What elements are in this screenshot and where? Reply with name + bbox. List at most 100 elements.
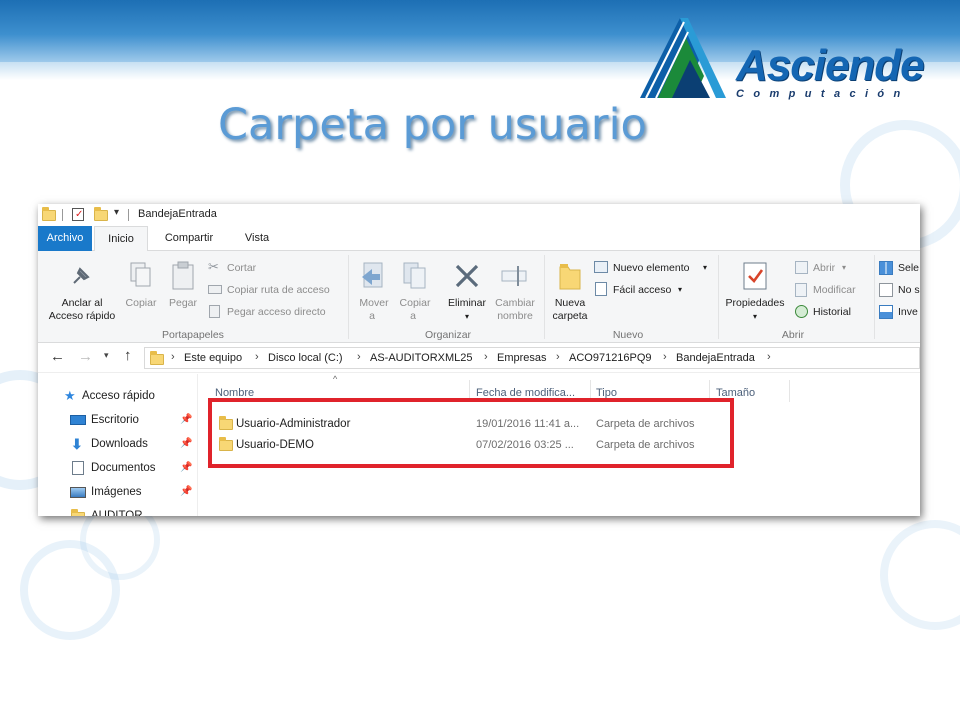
chevron-down-icon: ▾ [703,263,708,272]
copiar-ruta-button[interactable]: Copiar ruta de acceso [208,281,348,299]
up-arrow-icon[interactable]: ↑ [124,347,132,364]
pegar-acceso-button[interactable]: Pegar acceso directo [208,303,348,321]
documents-icon [72,461,84,475]
download-icon: ⬇ [71,436,83,452]
tab-archivo[interactable]: Archivo [38,226,92,251]
divider [128,209,129,221]
pictures-icon [70,487,86,498]
group-label-portapapeles: Portapapeles [162,329,224,341]
invertir-seleccion-button[interactable]: Inve [878,303,920,321]
no-seleccionar-button[interactable]: No s [878,281,920,299]
nuevo-elemento-button[interactable]: Nuevo elemento ▾ [594,259,714,277]
pegar-button[interactable]: Pegar [164,259,202,325]
anclar-label-2: Acceso rápido [48,310,116,322]
copiar-label: Copiar [125,297,157,309]
group-label-abrir: Abrir [781,329,805,341]
eliminar-button[interactable]: Eliminar ▾ [444,259,490,325]
breadcrumb-empresas[interactable]: Empresas [497,352,547,364]
paste-icon [172,261,194,290]
back-arrow-icon[interactable]: ← [50,348,65,365]
nueva-carpeta-button[interactable]: Nueva carpeta [548,259,592,325]
breadcrumb-este-equipo[interactable]: Este equipo [184,352,242,364]
copiar-a-label-2: a [410,310,416,322]
nav-label: Downloads [91,438,148,450]
new-folder-icon [559,264,581,290]
nav-item-acceso-rapido[interactable]: ★ Acceso rápido [64,386,194,406]
nav-item-documentos[interactable]: Documentos [70,458,196,478]
nav-label: Escritorio [91,414,139,426]
highlight-box [208,398,734,468]
copiar-ruta-label: Copiar ruta de acceso [227,284,330,296]
propiedades-label: Propiedades [725,297,785,309]
pin-icon: 📌 [180,438,193,449]
chevron-down-icon: ▾ [752,312,757,321]
mover-label-2: a [369,310,375,322]
mover-button[interactable]: Mover a [354,259,394,325]
nav-label: Imágenes [91,486,142,498]
properties-icon[interactable]: ✓ [72,208,84,221]
seleccionar-todo-label: Sele [898,262,920,274]
nav-item-downloads[interactable]: ⬇ Downloads [70,434,196,454]
properties-icon [743,262,767,290]
pin-icon: 📌 [180,462,193,473]
historial-label: Historial [813,306,851,318]
copiar-a-label-1: Copiar [399,297,431,309]
historial-button[interactable]: Historial [794,303,874,321]
address-bar[interactable]: › Este equipo › Disco local (C:) › AS-AU… [144,347,920,369]
cortar-label: Cortar [227,262,257,274]
window-title: BandejaEntrada [138,208,217,220]
abrir-label: Abrir [813,262,836,274]
tab-inicio[interactable]: Inicio [94,226,148,252]
chevron-right-icon: › [255,351,259,363]
breadcrumb-bandeja[interactable]: BandejaEntrada [676,352,755,364]
group-label-organizar: Organizar [424,329,472,341]
breadcrumb-disco-local[interactable]: Disco local (C:) [268,352,343,364]
chevron-down-icon: ▾ [464,312,469,321]
seleccionar-todo-button[interactable]: Sele [878,259,920,277]
nav-item-auditor[interactable]: AUDITOR [70,506,196,516]
eliminar-label: Eliminar [448,297,486,309]
delete-icon [455,264,479,288]
navigation-pane: ★ Acceso rápido Escritorio 📌 ⬇ Downloads… [38,374,198,516]
select-all-icon [879,261,893,275]
cortar-button[interactable]: ✂ Cortar [208,259,348,277]
mover-label-1: Mover [359,297,389,309]
nav-item-escritorio[interactable]: Escritorio [70,410,196,430]
propiedades-button[interactable]: Propiedades ▾ [720,259,790,325]
forward-arrow-icon[interactable]: → [78,348,93,365]
nuevo-elemento-label: Nuevo elemento [613,262,690,274]
group-separator [544,255,545,339]
modificar-label: Modificar [813,284,856,296]
star-icon: ★ [64,388,76,403]
move-icon [362,262,383,288]
nueva-carpeta-label-2: carpeta [552,310,588,322]
nav-label: AUDITOR [91,510,143,516]
customize-toolbar-icon[interactable]: ▾ [114,207,119,218]
breadcrumb-auditorxml[interactable]: AS-AUDITORXML25 [370,352,473,364]
nav-label: Documentos [91,462,156,474]
abrir-button[interactable]: Abrir ▾ [794,259,874,277]
nueva-carpeta-label-1: Nueva [554,297,586,309]
copiar-button[interactable]: Copiar [122,259,160,325]
chevron-down-icon: ▾ [842,263,847,272]
new-folder-icon[interactable] [94,207,108,221]
modificar-button[interactable]: Modificar [794,281,874,299]
address-row: ← → ▾ ↑ › Este equipo › Disco local (C:)… [38,343,920,373]
folder-icon [71,509,85,516]
rename-icon [501,266,527,286]
anclar-button[interactable]: Anclar al Acceso rápido [44,259,120,325]
slide-title: Carpeta por usuario [218,100,647,150]
nav-item-imagenes[interactable]: Imágenes [70,482,196,502]
easy-access-icon [595,282,607,296]
facil-acceso-button[interactable]: Fácil acceso ▾ [594,281,714,299]
tab-compartir[interactable]: Compartir [154,226,224,251]
recent-chevron-icon[interactable]: ▾ [104,350,109,361]
path-icon [208,285,222,294]
chevron-right-icon: › [556,351,560,363]
tab-vista[interactable]: Vista [232,226,282,251]
copiar-a-button[interactable]: Copiar a [394,259,436,325]
cambiar-nombre-button[interactable]: Cambiar nombre [490,259,540,325]
breadcrumb-aco[interactable]: ACO971216PQ9 [569,352,652,364]
copy-to-icon [403,262,426,289]
group-separator [348,255,349,339]
